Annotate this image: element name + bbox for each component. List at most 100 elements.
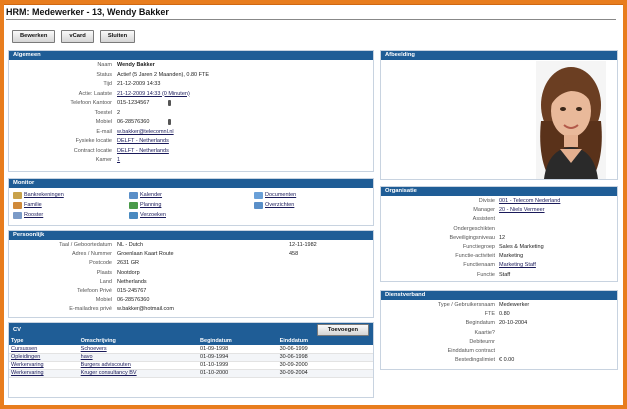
cv-panel: CV Toevoegen Type Omschrijving Begindatum E… — [8, 322, 374, 398]
table-row[interactable]: Werkervaring Burgers adviscouten 01-10-199… — [9, 361, 373, 370]
field-label: Plaats — [96, 269, 112, 276]
field-value[interactable]: 20 - Niels Vermeer — [499, 207, 545, 214]
field-row: Telefoon Privé 015-245767 — [9, 288, 373, 295]
phone-icon[interactable] — [165, 100, 171, 108]
employee-photo — [536, 61, 606, 179]
field-row: E-mailadres privé w.bakker@hotmail.com — [9, 306, 373, 313]
table-row[interactable]: Werkervaring Kruger consultancy BV 01-10-2… — [9, 369, 373, 378]
monitor-item-kalender[interactable]: Kalender — [129, 191, 162, 199]
field-label: Functienaam — [463, 262, 495, 269]
column-header[interactable]: Einddatum — [277, 337, 373, 345]
column-header[interactable]: Begindatum — [198, 337, 278, 345]
monitor-item-documenten[interactable]: Documenten — [254, 191, 296, 199]
field-label: Mobiel — [95, 119, 112, 125]
field-value: € 0.00 — [499, 357, 515, 364]
field-label: Manager — [473, 207, 495, 214]
field-row: Telefoon Kantoor 015-1234567 — [9, 100, 373, 107]
field-value[interactable]: w.bakker@telecomnl.nl — [117, 129, 174, 136]
page-title: HRM: Medewerker - 13, Wendy Bakker — [6, 6, 616, 20]
monitor-item-label: Rooster — [24, 212, 44, 218]
field-label: Adres / Nummer — [71, 251, 112, 258]
table-row[interactable]: Opleidingen havo 01-09-1994 30-06-1998 — [9, 353, 373, 362]
field-row: Functie Staff — [381, 272, 617, 279]
monitor-item-rooster[interactable]: Rooster — [13, 211, 43, 219]
field-row: Bestedingslimiet € 0.00 — [381, 357, 617, 364]
field-value[interactable]: 1 — [117, 157, 120, 164]
monitor-item-label: Overzichten — [265, 202, 295, 208]
field-label: Actie: Laatste — [78, 90, 112, 97]
field-label: Kaartie? — [474, 329, 496, 336]
add-cv-button[interactable]: Toevoegen — [316, 324, 369, 336]
close-button[interactable]: Sluiten — [99, 30, 136, 43]
monitor-item-label: Bankrekeningen — [24, 192, 64, 198]
edit-button[interactable]: Bewerken — [12, 30, 56, 43]
monitor-panel: Monitor Bankrekeningen Kalender Documenten… — [8, 178, 374, 226]
monitor-item-overzichten[interactable]: Overzichten — [254, 201, 294, 209]
field-row: Functiegroep Sales & Marketing — [381, 244, 617, 251]
field-label: Fysieke locatie — [75, 138, 112, 144]
table-cell[interactable]: Kruger consultancy BV — [78, 369, 199, 378]
field-value: 0.80 — [499, 311, 510, 318]
field-value: Sales & Marketing — [499, 244, 544, 250]
field-label: Naam — [97, 62, 112, 68]
monitor-item-familie[interactable]: Familie — [13, 201, 42, 209]
schedule-icon — [13, 211, 22, 219]
field-label: Status — [96, 71, 112, 78]
monitor-item-bankrekeningen[interactable]: Bankrekeningen — [13, 191, 64, 199]
field-row: Manager 20 - Niels Vermeer — [381, 207, 617, 214]
monitor-item-verzoeken[interactable]: Verzoeken — [129, 211, 166, 219]
monitor-item-label: Planning — [140, 202, 162, 208]
field-label: Bestedingslimiet — [454, 357, 495, 364]
field-row: Taal / Geboortedatum NL - Dutch 12-11-1982 — [9, 242, 373, 249]
field-value[interactable]: Marketing Staff — [499, 262, 536, 269]
phone-icon-glyph — [168, 119, 171, 125]
table-cell[interactable]: Cursussen — [9, 345, 79, 354]
field-label: Debiteurnr — [469, 338, 495, 345]
organisation-panel: Organisatie Divisie 001 - Telecom Nederla… — [380, 186, 618, 282]
field-row: Land Netherlands — [9, 279, 373, 286]
monitor-item-planning[interactable]: Planning — [129, 201, 161, 209]
table-cell[interactable]: Opleidingen — [9, 353, 79, 362]
vcard-button[interactable]: vCard — [61, 30, 94, 43]
table-row[interactable]: Cursussen Schoevers 01-09-1998 30-06-1999 — [9, 345, 373, 354]
field-row: Kamer 1 — [9, 157, 373, 164]
toolbar: Bewerken vCard Sluiten — [12, 30, 136, 43]
field-label: Type / Gebruikersnaam — [437, 302, 495, 308]
table-cell[interactable]: Schoevers — [78, 345, 199, 354]
field-value: 015-245767 — [117, 288, 147, 294]
field-value: 06-28576360 — [117, 297, 150, 304]
field-row: Kaartie? — [381, 330, 617, 337]
field-value[interactable]: 001 - Telecom Nederland — [499, 198, 560, 205]
calendar-icon — [129, 191, 138, 199]
personal-panel: Persoonlijk Taal / Geboortedatum NL - Dut… — [8, 230, 374, 318]
field-value: 20-10-2004 — [499, 320, 528, 327]
field-value[interactable]: 21-12-2009 14:33 (0 Minuten) — [117, 91, 190, 98]
picture-header: Afbeelding — [381, 51, 617, 60]
field-value: 2631 GR — [117, 260, 140, 267]
field-row: Functienaam Marketing Staff — [381, 262, 617, 269]
picture-panel: Afbeelding — [380, 50, 618, 180]
table-cell[interactable]: havo — [78, 353, 199, 362]
field-value: Groenlaan Kaart Route — [117, 251, 174, 258]
field-value: Netherlands — [117, 278, 147, 285]
field-label: Functiegroep — [462, 244, 495, 250]
phone-icon[interactable] — [165, 119, 171, 127]
monitor-item-label: Familie — [24, 202, 42, 208]
table-cell[interactable]: Burgers adviscouten — [78, 361, 199, 370]
field-value[interactable]: DELFT - Netherlands — [117, 148, 169, 155]
column-header[interactable]: Type — [9, 337, 79, 345]
field-row: FTE 0.80 — [381, 311, 617, 318]
column-header[interactable]: Omschrijving — [78, 337, 199, 345]
field-value[interactable]: DELFT - Netherlands — [117, 138, 169, 145]
family-icon — [13, 201, 22, 209]
field-value: NL - Dutch — [117, 242, 144, 248]
field-row: Divisie 001 - Telecom Nederland — [381, 198, 617, 205]
field-row: Mobiel 06-28576360 — [9, 297, 373, 304]
requests-icon — [129, 211, 138, 219]
planning-icon — [129, 201, 138, 209]
cv-title: CV — [13, 327, 22, 333]
field-label: Divisie — [478, 198, 495, 204]
field-row: Begindatum 20-10-2004 — [381, 320, 617, 327]
table-cell[interactable]: Werkervaring — [9, 361, 79, 370]
table-cell[interactable]: Werkervaring — [9, 369, 79, 378]
